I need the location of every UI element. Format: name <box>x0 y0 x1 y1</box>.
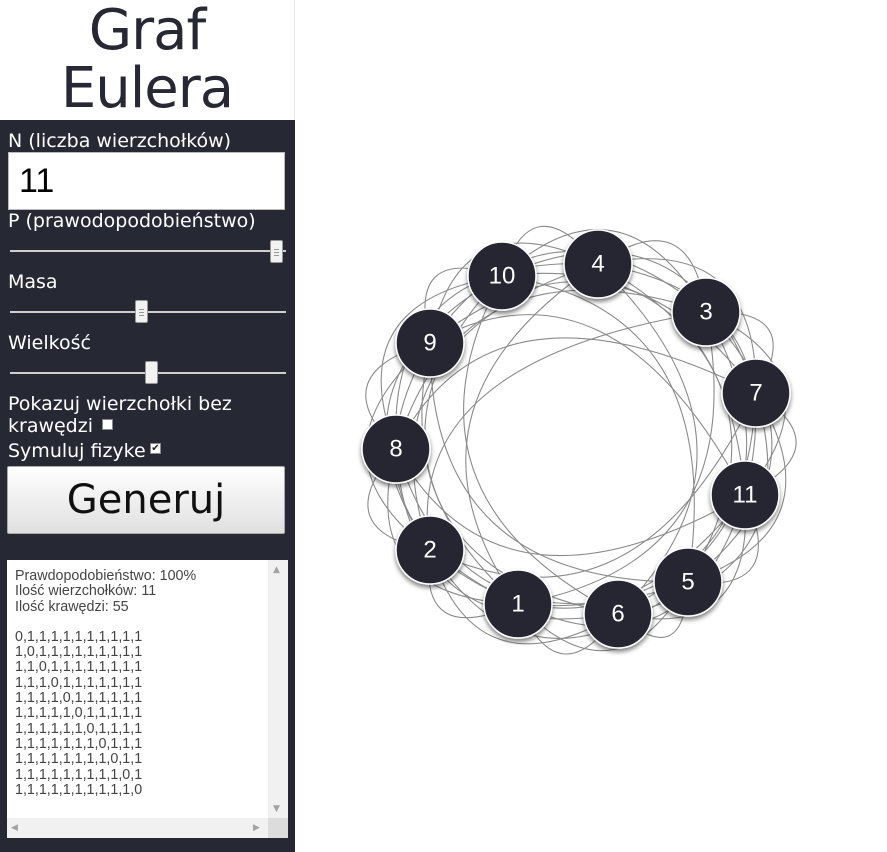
title-line-1: Graf <box>88 0 206 63</box>
graph-node-label: 7 <box>749 380 762 407</box>
graph-node-label: 8 <box>389 436 402 463</box>
matrix-row: 1,1,1,1,1,1,1,1,0,1,1 <box>15 751 143 768</box>
edge-count-text: Ilość krawędzi: 55 <box>15 598 129 615</box>
graph-node-label: 9 <box>423 330 436 357</box>
graph-node[interactable]: 8 <box>361 414 431 484</box>
probability-text: Prawdopodobieństwo: 100% <box>15 568 197 584</box>
graph-canvas[interactable]: 10 4 3 9 7 8 11 2 5 1 6 <box>296 0 887 852</box>
graph-edge <box>463 275 619 615</box>
horizontal-scrollbar[interactable]: ◀ ▶ <box>7 818 268 838</box>
generate-button[interactable]: Generuj <box>7 466 285 534</box>
output-text: Prawdopodobieństwo: 100% Ilość wierzchołk… <box>15 568 197 798</box>
graph-node[interactable]: 2 <box>395 515 465 585</box>
graph-edge <box>429 342 689 583</box>
scroll-down-icon[interactable]: ▼ <box>273 804 280 814</box>
graph-node-label: 1 <box>511 591 524 618</box>
graph-edge <box>501 275 695 583</box>
graph-node[interactable]: 5 <box>653 547 723 617</box>
scroll-right-icon[interactable]: ▶ <box>253 823 260 833</box>
n-label: N (liczba wierzchołków) <box>8 130 232 152</box>
matrix-row: 1,1,1,1,1,1,0,1,1,1,1 <box>15 720 143 737</box>
matrix-row: 1,1,1,0,1,1,1,1,1,1,1 <box>15 674 143 691</box>
graph-node[interactable]: 9 <box>395 308 465 378</box>
vertical-scrollbar[interactable]: ▲ ▼ <box>268 560 288 818</box>
matrix-row: 1,1,1,1,1,1,1,0,1,1,1 <box>15 735 143 752</box>
vertex-count-text: Ilość wierzchołków: 11 <box>15 583 157 600</box>
graph-node-label: 10 <box>489 263 516 290</box>
sidebar: Graf Eulera N (liczba wierzchołków) P (p… <box>0 0 295 852</box>
title-line-2: Eulera <box>60 56 234 121</box>
graph-edge <box>426 311 707 551</box>
p-label: P (prawodopodobieństwo) <box>8 210 256 232</box>
output-textarea[interactable]: Prawdopodobieństwo: 100% Ilość wierzchołk… <box>7 560 288 838</box>
simulate-label: Symuluj fizyke <box>8 440 146 462</box>
page-title: Graf Eulera <box>0 0 295 120</box>
mass-slider-track[interactable] <box>10 311 286 313</box>
matrix-row: 1,1,1,1,1,1,1,1,1,0,1 <box>15 766 143 783</box>
size-slider-thumb[interactable] <box>145 361 159 384</box>
matrix-row: 1,1,1,1,0,1,1,1,1,1,1 <box>15 690 143 707</box>
scroll-left-icon[interactable]: ◀ <box>11 823 18 833</box>
graph-node[interactable]: 3 <box>671 277 741 347</box>
adjacency-matrix: 0,1,1,1,1,1,1,1,1,1,1 1,0,1,1,1,1,1,1,1,1… <box>15 628 196 798</box>
graph-node-label: 3 <box>699 299 712 326</box>
graph-node-label: 6 <box>611 601 624 628</box>
graph-node[interactable]: 6 <box>583 579 653 649</box>
graph-node[interactable]: 11 <box>710 460 780 530</box>
matrix-row: 1,1,0,1,1,1,1,1,1,1,1 <box>15 659 143 676</box>
scroll-corner <box>268 818 288 838</box>
size-label: Wielkość <box>8 332 91 354</box>
graph-node-label: 5 <box>681 569 694 596</box>
mass-label: Masa <box>8 271 58 293</box>
graph-node-label: 2 <box>423 537 436 564</box>
n-input[interactable] <box>8 152 285 210</box>
simulate-checkbox[interactable]: ✔ <box>150 443 161 454</box>
p-slider-thumb[interactable] <box>270 240 283 263</box>
mass-slider-thumb[interactable] <box>134 300 148 323</box>
graph-node[interactable]: 10 <box>467 241 537 311</box>
graph-node[interactable]: 4 <box>563 229 633 299</box>
graph-edge <box>429 392 757 578</box>
graph-node-label: 4 <box>591 251 604 278</box>
show-isolated-label-2: krawędzi <box>8 415 93 437</box>
show-isolated-checkbox[interactable] <box>102 419 113 430</box>
scroll-up-icon[interactable]: ▲ <box>273 565 280 575</box>
matrix-row: 1,1,1,1,1,0,1,1,1,1,1 <box>15 705 143 722</box>
matrix-row: 1,0,1,1,1,1,1,1,1,1,1 <box>15 644 143 661</box>
matrix-row: 0,1,1,1,1,1,1,1,1,1,1 <box>15 628 143 645</box>
show-isolated-label: Pokazuj wierzchołki bez <box>8 393 232 415</box>
p-slider-track[interactable] <box>10 250 286 252</box>
graph-node[interactable]: 7 <box>721 358 791 428</box>
matrix-row: 1,1,1,1,1,1,1,1,1,1,0 <box>15 781 143 798</box>
graph-node-label: 11 <box>733 482 758 509</box>
graph-node[interactable]: 1 <box>483 569 553 639</box>
